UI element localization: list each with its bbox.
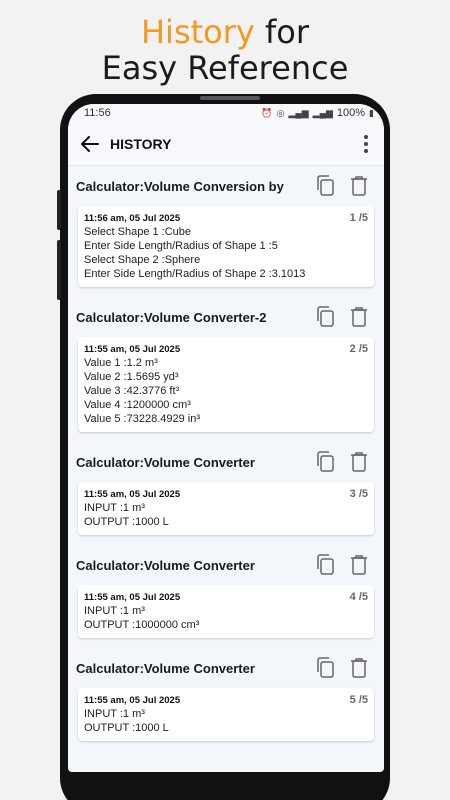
history-entry-title: Calculator:Volume Converter	[76, 454, 255, 470]
history-entry: Calculator:Volume Converter 11:55 am, 05…	[76, 648, 376, 741]
history-line: OUTPUT :1000 L	[84, 516, 169, 528]
promo-line-1-rest: for	[254, 13, 309, 51]
promo-line-1: History for	[0, 14, 450, 50]
history-entry-header: Calculator:Volume Converter	[76, 545, 376, 585]
history-timestamp: 11:55 am, 05 Jul 2025	[84, 488, 181, 500]
history-timestamp: 11:55 am, 05 Jul 2025	[84, 343, 181, 355]
alarm-icon: ⏰	[261, 107, 273, 118]
copy-icon[interactable]	[308, 445, 342, 479]
history-card[interactable]: 11:55 am, 05 Jul 2025 5 /5 INPUT :1 m³ OU…	[78, 688, 374, 741]
app-bar: HISTORY	[68, 122, 384, 166]
history-entry: Calculator:Volume Converter 11:55 am, 05…	[76, 442, 376, 535]
phone-side-button	[57, 190, 61, 230]
history-entry-title: Calculator:Volume Converter	[76, 557, 255, 573]
history-card[interactable]: 11:55 am, 05 Jul 2025 4 /5 INPUT :1 m³ OU…	[78, 585, 374, 638]
trash-icon[interactable]	[342, 445, 376, 479]
copy-icon[interactable]	[308, 300, 342, 334]
history-line: OUTPUT :1000000 cm³	[84, 619, 200, 631]
status-bar: 11:56 ⏰ ◎ ▂▄▆ ▂▄▆ 100% ▮	[68, 104, 384, 122]
history-index: 1 /5	[349, 212, 368, 224]
history-entry: Calculator:Volume Conversion by 11:56 am…	[76, 166, 376, 287]
back-arrow-icon[interactable]	[76, 130, 104, 158]
history-entry-title: Calculator:Volume Converter	[76, 660, 255, 676]
history-index: 4 /5	[349, 591, 368, 603]
history-card-top: 11:55 am, 05 Jul 2025 5 /5	[84, 693, 368, 707]
history-line: Enter Side Length/Radius of Shape 2 :3.1…	[84, 268, 306, 280]
phone-speaker	[200, 96, 260, 100]
history-card[interactable]: 11:56 am, 05 Jul 2025 1 /5 Select Shape …	[78, 206, 374, 287]
history-entry-header: Calculator:Volume Conversion by	[76, 166, 376, 206]
history-entry-header: Calculator:Volume Converter	[76, 648, 376, 688]
history-line: Enter Side Length/Radius of Shape 1 :5	[84, 240, 278, 252]
app-screen: 11:56 ⏰ ◎ ▂▄▆ ▂▄▆ 100% ▮ HISTORY Calcula…	[68, 104, 384, 772]
promo-line-2: Easy Reference	[101, 49, 349, 87]
history-index: 5 /5	[349, 694, 368, 706]
signal-icon: ▂▄▆	[288, 107, 309, 118]
history-line: INPUT :1 m³	[84, 502, 145, 514]
history-line: OUTPUT :1000 L	[84, 722, 169, 734]
history-entry-header: Calculator:Volume Converter-2	[76, 297, 376, 337]
history-card-top: 11:55 am, 05 Jul 2025 4 /5	[84, 590, 368, 604]
history-card-body: INPUT :1 m³ OUTPUT :1000000 cm³	[84, 604, 368, 632]
history-card-body: INPUT :1 m³ OUTPUT :1000 L	[84, 501, 368, 529]
more-vertical-icon[interactable]	[356, 130, 376, 158]
history-line: INPUT :1 m³	[84, 605, 145, 617]
battery-icon: ▮	[369, 107, 374, 118]
history-card-top: 11:55 am, 05 Jul 2025 3 /5	[84, 487, 368, 501]
history-timestamp: 11:55 am, 05 Jul 2025	[84, 591, 181, 603]
history-entry: Calculator:Volume Converter-2 11:55 am, …	[76, 297, 376, 432]
status-time: 11:56	[84, 107, 111, 119]
history-line: Value 1 :1.2 m³	[84, 357, 158, 369]
history-timestamp: 11:55 am, 05 Jul 2025	[84, 694, 181, 706]
signal-icon: ▂▄▆	[312, 107, 333, 118]
history-line: Value 4 :1200000 cm³	[84, 399, 191, 411]
history-card-body: INPUT :1 m³ OUTPUT :1000 L	[84, 707, 368, 735]
status-icons: ⏰ ◎ ▂▄▆ ▂▄▆ 100% ▮	[261, 107, 374, 119]
phone-side-button	[57, 240, 61, 300]
history-list: Calculator:Volume Conversion by 11:56 am…	[68, 166, 384, 741]
trash-icon[interactable]	[342, 300, 376, 334]
promo-heading: History for Easy Reference	[0, 14, 450, 86]
trash-icon[interactable]	[342, 548, 376, 582]
copy-icon[interactable]	[308, 651, 342, 685]
history-entry-title: Calculator:Volume Conversion by	[76, 178, 284, 194]
history-card-body: Value 1 :1.2 m³ Value 2 :1.5695 yd³ Value …	[84, 356, 368, 426]
history-entry: Calculator:Volume Converter 11:55 am, 05…	[76, 545, 376, 638]
promo-accent-word: History	[140, 13, 255, 51]
page-title: HISTORY	[110, 135, 172, 152]
history-card-top: 11:56 am, 05 Jul 2025 1 /5	[84, 211, 368, 225]
history-line: Value 3 :42.3776 ft³	[84, 385, 180, 397]
history-line: Select Shape 2 :Sphere	[84, 254, 201, 266]
history-card-top: 11:55 am, 05 Jul 2025 2 /5	[84, 342, 368, 356]
history-line: Select Shape 1 :Cube	[84, 226, 192, 238]
history-card[interactable]: 11:55 am, 05 Jul 2025 3 /5 INPUT :1 m³ OU…	[78, 482, 374, 535]
history-index: 3 /5	[349, 488, 368, 500]
history-line: INPUT :1 m³	[84, 708, 145, 720]
trash-icon[interactable]	[342, 169, 376, 203]
history-card-body: Select Shape 1 :Cube Enter Side Length/Ra…	[84, 225, 368, 281]
history-timestamp: 11:56 am, 05 Jul 2025	[84, 212, 181, 224]
history-entry-title: Calculator:Volume Converter-2	[76, 309, 267, 325]
hotspot-icon: ◎	[276, 107, 285, 118]
history-index: 2 /5	[349, 343, 368, 355]
copy-icon[interactable]	[308, 548, 342, 582]
battery-level: 100%	[336, 107, 366, 119]
history-line: Value 2 :1.5695 yd³	[84, 371, 179, 383]
history-line: Value 5 :73228.4929 in³	[84, 413, 200, 425]
history-card[interactable]: 11:55 am, 05 Jul 2025 2 /5 Value 1 :1.2 …	[78, 337, 374, 432]
copy-icon[interactable]	[308, 169, 342, 203]
history-entry-header: Calculator:Volume Converter	[76, 442, 376, 482]
trash-icon[interactable]	[342, 651, 376, 685]
